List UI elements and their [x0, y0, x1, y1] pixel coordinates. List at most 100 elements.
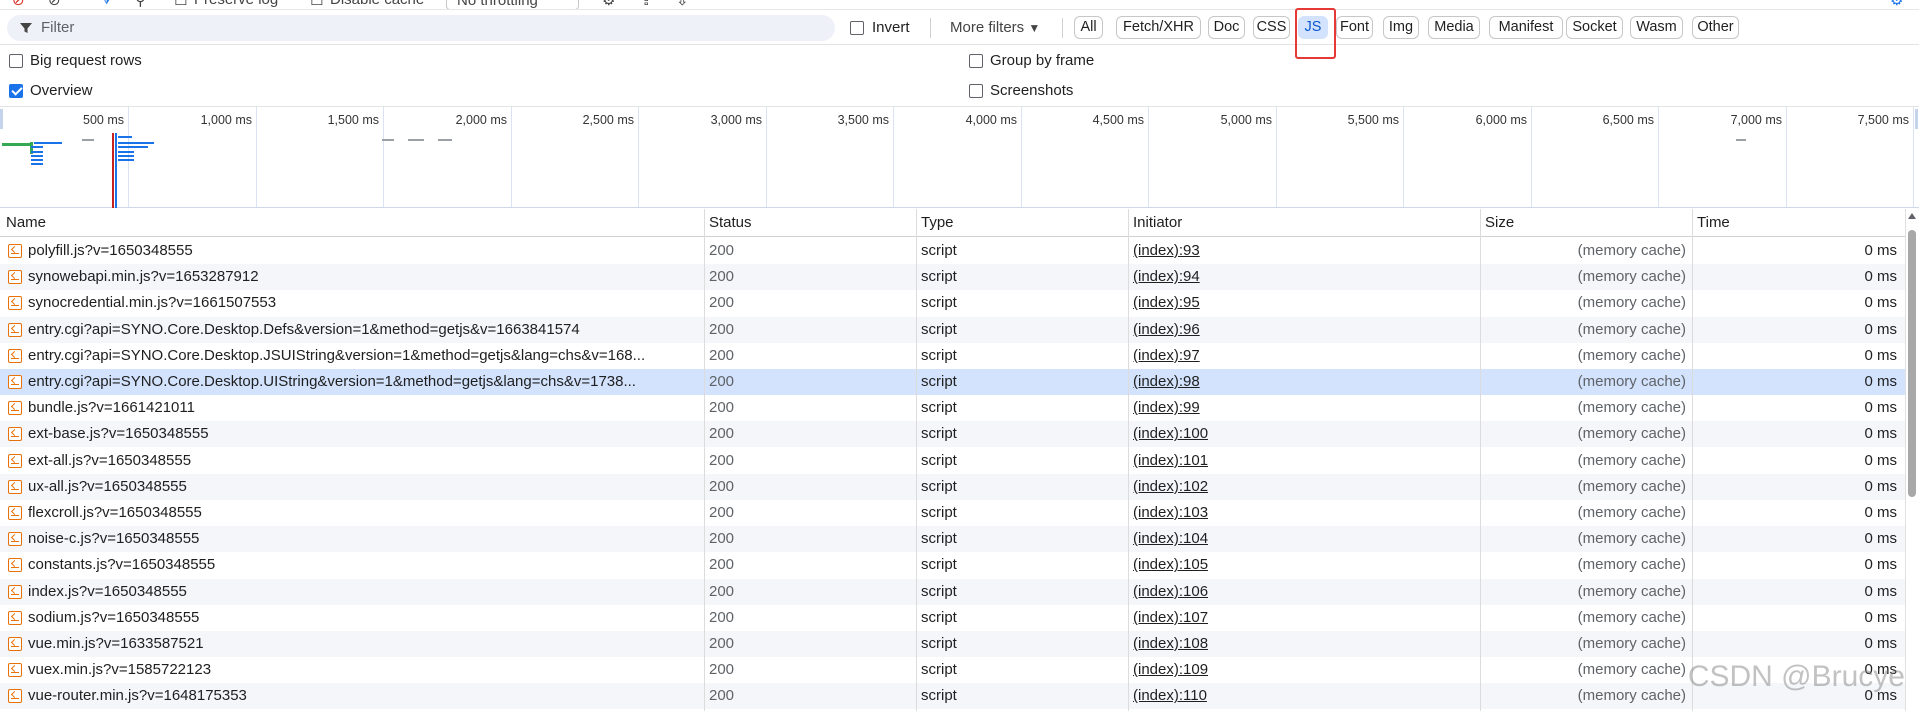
column-header-status[interactable]: Status: [709, 214, 752, 231]
timeline-gridline: [256, 107, 257, 207]
request-initiator[interactable]: (index):108: [1133, 635, 1208, 652]
filter-input[interactable]: Filter: [7, 15, 835, 41]
column-divider[interactable]: [704, 209, 705, 711]
dom-content-loaded-line: [115, 133, 117, 208]
request-initiator[interactable]: (index):97: [1133, 347, 1200, 364]
type-filter-other[interactable]: Other: [1692, 16, 1739, 39]
table-row[interactable]: entry.cgi?api=SYNO.Core.Desktop.JSUIStri…: [0, 343, 1905, 369]
timeline-left-handle[interactable]: [0, 109, 3, 129]
request-initiator[interactable]: (index):103: [1133, 504, 1208, 521]
request-name: entry.cgi?api=SYNO.Core.Desktop.JSUIStri…: [28, 346, 646, 364]
table-row[interactable]: constants.js?v=1650348555 200 script (index…: [0, 552, 1905, 578]
table-row[interactable]: index.js?v=1650348555 200 script (index):10…: [0, 578, 1905, 605]
timeline-right-handle[interactable]: [1915, 109, 1918, 129]
divider: [930, 18, 931, 38]
request-initiator[interactable]: (index):110: [1133, 687, 1207, 704]
table-row[interactable]: bundle.js?v=1661421011 200 script (index):9…: [0, 395, 1905, 421]
more-filters-button[interactable]: More filters ▼: [950, 19, 1040, 36]
overview-checkbox[interactable]: [9, 84, 23, 98]
clear-icon[interactable]: ⊘: [48, 0, 61, 9]
invert-checkbox[interactable]: [850, 21, 864, 35]
request-initiator[interactable]: (index):105: [1133, 556, 1208, 573]
column-divider[interactable]: [916, 209, 917, 711]
screenshots-checkbox[interactable]: [969, 84, 983, 98]
request-status: 200: [709, 582, 735, 600]
request-initiator[interactable]: (index):101: [1133, 452, 1208, 469]
type-filter-manifest[interactable]: Manifest: [1489, 16, 1563, 39]
table-row[interactable]: ext-base.js?v=1650348555 200 script (index)…: [0, 421, 1905, 448]
table-row[interactable]: noise-c.js?v=1650348555 200 script (index):…: [0, 526, 1905, 553]
table-row[interactable]: entry.cgi?api=SYNO.Core.Desktop.UIString…: [0, 369, 1905, 395]
timeline-tick-label: 7,500 ms: [1857, 113, 1909, 127]
group-by-frame-checkbox[interactable]: [969, 54, 983, 68]
column-header-name[interactable]: Name: [6, 214, 46, 231]
request-type: script: [921, 373, 957, 390]
request-initiator[interactable]: (index):98: [1133, 373, 1200, 390]
request-time: 0 ms: [1864, 346, 1897, 364]
type-filter-fetch-xhr[interactable]: Fetch/XHR: [1116, 16, 1201, 39]
column-header-size[interactable]: Size: [1485, 214, 1514, 231]
table-row[interactable]: flexcroll.js?v=1650348555 200 script (index…: [0, 500, 1905, 526]
options-row-1: Big request rows Group by frame: [0, 46, 1919, 76]
type-filter-doc[interactable]: Doc: [1208, 16, 1245, 39]
table-row[interactable]: entry.cgi?api=SYNO.Core.Desktop.Defs&ver…: [0, 316, 1905, 343]
waterfall-bar: [31, 146, 43, 148]
timeline-tick-label: 5,500 ms: [1347, 113, 1399, 127]
request-initiator[interactable]: (index):93: [1133, 242, 1200, 259]
column-header-initiator[interactable]: Initiator: [1133, 214, 1182, 231]
column-divider[interactable]: [1480, 209, 1481, 711]
disable-cache-checkbox[interactable]: ☐: [310, 0, 323, 9]
request-initiator[interactable]: (index):99: [1133, 399, 1200, 416]
settings-gear-icon[interactable]: ⚙: [1890, 0, 1903, 9]
request-size: (memory cache): [1577, 477, 1686, 495]
request-initiator[interactable]: (index):94: [1133, 268, 1200, 285]
request-status: 200: [709, 504, 735, 521]
table-row[interactable]: vue-router.min.js?v=1648175353 200 script (…: [0, 683, 1905, 710]
request-type: script: [921, 582, 957, 600]
request-status: 200: [709, 268, 735, 286]
type-filter-wasm[interactable]: Wasm: [1630, 16, 1683, 39]
table-row[interactable]: vuex.min.js?v=1585722123 200 script (index)…: [0, 657, 1905, 683]
type-filter-font[interactable]: Font: [1336, 16, 1373, 39]
column-divider[interactable]: [1128, 209, 1129, 711]
request-initiator[interactable]: (index):102: [1133, 478, 1208, 495]
record-icon[interactable]: ⊘: [12, 0, 25, 9]
request-initiator[interactable]: (index):106: [1133, 583, 1208, 600]
type-filter-css[interactable]: CSS: [1253, 16, 1290, 39]
column-divider[interactable]: [1692, 209, 1693, 711]
big-request-rows-checkbox[interactable]: [9, 54, 23, 68]
type-filter-socket[interactable]: Socket: [1566, 16, 1623, 39]
scroll-up-arrow-icon[interactable]: [1907, 212, 1917, 220]
request-status: 200: [709, 635, 735, 652]
filter-toggle-icon[interactable]: ⧩: [100, 0, 113, 8]
request-initiator[interactable]: (index):95: [1133, 294, 1200, 311]
table-row[interactable]: synocredential.min.js?v=1661507553 200 scr…: [0, 290, 1905, 316]
export-har-icon[interactable]: ⇩: [676, 0, 689, 9]
request-initiator[interactable]: (index):104: [1133, 530, 1208, 547]
table-row[interactable]: ux-all.js?v=1650348555 200 script (index):1…: [0, 473, 1905, 500]
column-header-time[interactable]: Time: [1697, 214, 1730, 231]
watermark-text: CSDN @Brucye: [1687, 660, 1905, 693]
request-size: (memory cache): [1577, 320, 1686, 338]
network-conditions-icon[interactable]: ⚙: [602, 0, 615, 9]
table-row[interactable]: polyfill.js?v=1650348555 200 script (index)…: [0, 238, 1905, 264]
search-icon[interactable]: ⚲: [135, 0, 146, 9]
request-initiator[interactable]: (index):107: [1133, 609, 1208, 626]
preserve-log-checkbox[interactable]: ☐: [174, 0, 187, 9]
request-initiator[interactable]: (index):109: [1133, 661, 1208, 678]
network-overview-timeline[interactable]: 500 ms 1,000 ms 1,500 ms 2,000 ms 2,500 ms 3,…: [0, 107, 1919, 208]
table-row[interactable]: synowebapi.min.js?v=1653287912 200 script (…: [0, 264, 1905, 291]
type-filter-media[interactable]: Media: [1428, 16, 1480, 39]
type-filter-all[interactable]: All: [1074, 16, 1103, 39]
throttling-select[interactable]: No throttling: [446, 0, 579, 9]
table-row[interactable]: vue.min.js?v=1633587521 200 script (index):…: [0, 631, 1905, 657]
import-har-icon[interactable]: ⇪: [640, 0, 653, 9]
column-header-type[interactable]: Type: [921, 214, 954, 231]
scrollbar-thumb[interactable]: [1908, 230, 1916, 497]
timeline-gridline: [511, 107, 512, 207]
request-initiator[interactable]: (index):100: [1133, 425, 1208, 442]
table-row[interactable]: sodium.js?v=1650348555 200 script (index):1…: [0, 605, 1905, 631]
table-row[interactable]: ext-all.js?v=1650348555 200 script (index):…: [0, 448, 1905, 474]
type-filter-img[interactable]: Img: [1383, 16, 1419, 39]
request-initiator[interactable]: (index):96: [1133, 321, 1200, 338]
